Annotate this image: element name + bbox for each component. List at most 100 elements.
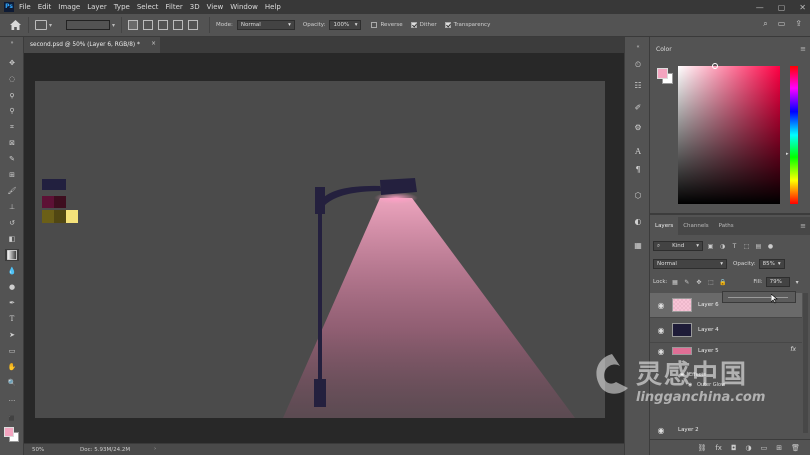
- panel-menu-icon[interactable]: ≡: [800, 222, 806, 230]
- chevron-down-icon[interactable]: ▾: [793, 278, 802, 287]
- gradient-tool-preset-icon[interactable]: [35, 20, 47, 30]
- brush-tool-icon[interactable]: 🖌: [5, 185, 19, 197]
- type-filter-icon[interactable]: T: [730, 242, 739, 251]
- minimize-icon[interactable]: —: [756, 3, 764, 12]
- layer-name[interactable]: Layer 5: [698, 348, 719, 354]
- visibility-eye-icon[interactable]: ◉: [654, 426, 668, 435]
- delete-layer-icon[interactable]: 🗑: [791, 444, 800, 452]
- new-layer-icon[interactable]: ⊞: [776, 444, 782, 452]
- clone-stamp-tool-icon[interactable]: ⊥: [5, 201, 19, 213]
- pen-tool-icon[interactable]: ✒: [5, 297, 19, 309]
- marquee-tool-icon[interactable]: ◌: [5, 73, 19, 85]
- opacity-input[interactable]: 100% ▾: [329, 20, 362, 30]
- eyedropper-tool-icon[interactable]: ✎: [5, 153, 19, 165]
- color-picker-field[interactable]: [678, 66, 780, 204]
- visibility-eye-icon[interactable]: ◉: [654, 347, 668, 356]
- menu-help[interactable]: Help: [265, 3, 281, 11]
- transparency-option[interactable]: Transparency: [444, 22, 490, 28]
- 3d-panel-icon[interactable]: ⬡: [631, 189, 645, 201]
- menu-filter[interactable]: Filter: [165, 3, 182, 11]
- pixel-filter-icon[interactable]: ▣: [706, 242, 715, 251]
- lock-image-icon[interactable]: ✎: [682, 278, 691, 287]
- maximize-icon[interactable]: ▢: [778, 3, 786, 12]
- photoshop-logo[interactable]: Ps: [4, 2, 14, 12]
- angle-gradient-icon[interactable]: [158, 20, 169, 30]
- mode-select[interactable]: Normal ▾: [236, 20, 295, 30]
- lock-all-icon[interactable]: 🔒: [718, 278, 727, 287]
- paragraph-panel-icon[interactable]: ¶: [631, 163, 645, 175]
- gradient-dropdown-icon[interactable]: ▾: [112, 22, 115, 29]
- color-panel-title[interactable]: Color: [656, 46, 672, 53]
- chevron-down-icon[interactable]: ▾: [49, 22, 52, 29]
- adjustments-icon[interactable]: ⚙: [631, 121, 645, 133]
- swatches-panel-icon[interactable]: ▦: [631, 239, 645, 251]
- smart-object-filter-icon[interactable]: ▤: [754, 242, 763, 251]
- layer-row-layer-2[interactable]: ◉ Layer 2: [650, 421, 802, 439]
- dither-option[interactable]: Dither: [410, 22, 437, 28]
- add-mask-icon[interactable]: ◘: [731, 444, 737, 452]
- tab-layers[interactable]: Layers: [650, 217, 679, 235]
- shape-filter-icon[interactable]: ⬚: [742, 242, 751, 251]
- workspace-icon[interactable]: ▭: [778, 19, 786, 29]
- collapse-panels-icon[interactable]: «: [631, 41, 645, 53]
- more-tools-icon[interactable]: ···: [5, 395, 19, 407]
- layer-name[interactable]: Layer 4: [698, 327, 719, 333]
- layer-effects-row[interactable]: ◉ Effects: [680, 372, 706, 378]
- hue-slider[interactable]: [790, 66, 798, 204]
- history-brush-tool-icon[interactable]: ↺: [5, 217, 19, 229]
- reverse-option[interactable]: Reverse: [371, 22, 403, 28]
- layer-name[interactable]: Layer 6: [698, 302, 719, 308]
- add-layer-style-icon[interactable]: fx: [715, 444, 722, 452]
- home-icon[interactable]: [8, 18, 22, 32]
- toolbar-collapse-icon[interactable]: »: [5, 40, 19, 46]
- character-panel-icon[interactable]: A: [631, 145, 645, 157]
- outer-glow-effect-row[interactable]: ◉ Outer Glow: [688, 382, 725, 388]
- gradient-picker[interactable]: [66, 20, 111, 30]
- menu-select[interactable]: Select: [137, 3, 159, 11]
- lock-transparent-icon[interactable]: ▦: [670, 278, 679, 287]
- menu-3d[interactable]: 3D: [190, 3, 200, 11]
- fill-slider-track[interactable]: [728, 297, 788, 298]
- type-tool-icon[interactable]: T: [5, 313, 19, 325]
- default-colors-icon[interactable]: ⬛: [5, 413, 19, 425]
- search-icon[interactable]: ⌕: [763, 19, 767, 29]
- share-icon[interactable]: ⇪: [795, 19, 802, 29]
- eraser-tool-icon[interactable]: ◧: [5, 233, 19, 245]
- radial-gradient-icon[interactable]: [143, 20, 154, 30]
- gradient-tool-icon[interactable]: [5, 249, 19, 261]
- lock-artboard-icon[interactable]: ⬚: [706, 278, 715, 287]
- menu-layer[interactable]: Layer: [87, 3, 107, 11]
- close-tab-icon[interactable]: ×: [151, 41, 156, 47]
- transparency-checkbox[interactable]: [444, 22, 451, 28]
- rectangle-tool-icon[interactable]: ▭: [5, 345, 19, 357]
- menu-window[interactable]: Window: [230, 3, 258, 11]
- adjustment-filter-icon[interactable]: ◑: [718, 242, 727, 251]
- visibility-eye-icon[interactable]: ◉: [680, 372, 684, 378]
- foreground-color-swatch[interactable]: [4, 427, 14, 437]
- linear-gradient-icon[interactable]: [128, 20, 139, 30]
- hue-slider-handle-icon[interactable]: ▸: [786, 151, 789, 157]
- fill-slider-popup[interactable]: [722, 291, 796, 304]
- frame-tool-icon[interactable]: ⊠: [5, 137, 19, 149]
- blur-tool-icon[interactable]: 💧: [5, 265, 19, 277]
- dither-checkbox[interactable]: [410, 22, 417, 28]
- layer-row-layer-4[interactable]: ◉ Layer 4: [650, 318, 802, 343]
- layer-name[interactable]: Layer 2: [678, 427, 699, 433]
- properties-panel-icon[interactable]: ☷: [631, 79, 645, 91]
- reflected-gradient-icon[interactable]: [173, 20, 184, 30]
- zoom-level[interactable]: 50%: [32, 447, 44, 453]
- fill-input[interactable]: 79%: [765, 277, 790, 287]
- lock-position-icon[interactable]: ✥: [694, 278, 703, 287]
- layer-row-layer-5[interactable]: ◉ Layer 5 fx: [650, 343, 802, 359]
- layer-filter-select[interactable]: ⌕ Kind ▾: [653, 241, 703, 251]
- healing-brush-tool-icon[interactable]: ⊞: [5, 169, 19, 181]
- filter-toggle-icon[interactable]: ●: [766, 242, 775, 251]
- brush-settings-icon[interactable]: ✐: [631, 101, 645, 113]
- crop-tool-icon[interactable]: ⌗: [5, 121, 19, 133]
- menu-view[interactable]: View: [207, 3, 224, 11]
- adjustment-layer-icon[interactable]: ◑: [746, 444, 752, 452]
- layer-fx-badge[interactable]: fx: [790, 346, 796, 353]
- quick-selection-tool-icon[interactable]: ⚲: [5, 105, 19, 117]
- document-tab[interactable]: second.psd @ 50% (Layer 6, RGB/8) * ×: [24, 37, 160, 53]
- menu-file[interactable]: File: [19, 3, 31, 11]
